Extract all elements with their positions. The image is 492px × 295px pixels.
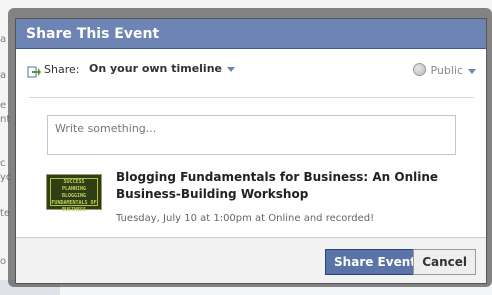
share-icon bbox=[27, 63, 41, 78]
event-preview: SUCCESS PLANNING BLOGGING FUNDAMENTALS O… bbox=[46, 169, 466, 229]
event-datetime: Tuesday, July 10 at 1:00pm at Online and… bbox=[116, 213, 375, 224]
event-thumbnail: SUCCESS PLANNING BLOGGING FUNDAMENTALS O… bbox=[46, 174, 102, 213]
audience-label: Public bbox=[430, 64, 463, 77]
audience-selector[interactable]: Public bbox=[413, 63, 476, 77]
chevron-down-icon bbox=[227, 66, 235, 72]
share-bar: Share: On your own timeline Public bbox=[16, 49, 486, 97]
divider bbox=[29, 97, 474, 98]
cancel-button[interactable]: Cancel bbox=[413, 249, 476, 275]
share-event-dialog: Share This Event Share: On your own time… bbox=[15, 18, 487, 284]
message-field[interactable] bbox=[47, 115, 456, 155]
thumbnail-logo: SUCCESS PLANNING BLOGGING FUNDAMENTALS O… bbox=[50, 178, 98, 213]
event-title: Blogging Fundamentals for Business: An O… bbox=[116, 170, 439, 201]
message-input[interactable] bbox=[48, 116, 455, 154]
chevron-down-icon bbox=[468, 68, 476, 74]
share-destination-label: On your own timeline bbox=[89, 62, 222, 75]
share-label: Share: bbox=[44, 63, 80, 76]
share-event-button[interactable]: Share Event bbox=[325, 249, 425, 275]
globe-icon bbox=[413, 63, 427, 76]
share-destination-dropdown[interactable]: On your own timeline bbox=[89, 62, 235, 75]
dialog-title: Share This Event bbox=[16, 19, 486, 49]
dialog-footer: Share Event Cancel bbox=[16, 237, 486, 283]
